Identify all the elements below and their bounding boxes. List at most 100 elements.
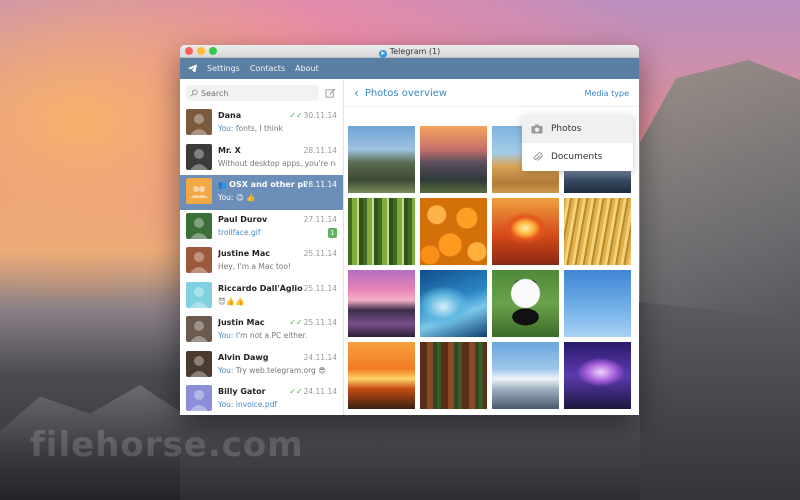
photo-thumbnail-redwood-forest[interactable] (420, 342, 487, 409)
chat-name: Mr. X (218, 145, 241, 155)
chat-list: Dana ✓✓30.11.14 You: fonts, I think Mr. X 28… (180, 106, 343, 415)
chat-date-text: 25.11.14 (303, 318, 337, 327)
message-text: invoice.pdf (235, 400, 278, 409)
chat-date: 28.11.14 (304, 146, 337, 155)
chat-preview: You: I'm not a PC either. (218, 331, 336, 340)
chat-preview: You: Try web.telegram.org 😎 (218, 366, 336, 375)
avatar (186, 212, 212, 239)
message-text: trollface.gif (218, 227, 261, 237)
chat-preview: 😈👍👍 (218, 297, 336, 306)
sender-prefix: You: (218, 400, 234, 409)
photo-thumbnail-sunset-valley[interactable] (420, 126, 487, 193)
chat-date-text: 27.11.14 (303, 214, 337, 224)
chat-date: ✓✓25.11.14 (289, 318, 337, 327)
chat-date: 25.11.14 (304, 249, 337, 258)
menu-bar: Settings Contacts About (180, 58, 639, 79)
chat-date: ✓✓30.11.14 (289, 111, 337, 120)
chat-item[interactable]: Paul Durov 27.11.14 trollface.gif 1 (180, 210, 343, 245)
photo-thumbnail-birds-sky[interactable] (564, 270, 631, 337)
compose-icon[interactable] (323, 86, 337, 100)
photo-thumbnail-bamboo[interactable] (348, 198, 415, 265)
menu-about[interactable]: About (295, 64, 319, 73)
chat-date: 25.11.14 (304, 284, 337, 293)
chat-sidebar: Dana✓✓30.11.14You: fonts, I thinkMr. X28… (180, 80, 344, 415)
window-title: ➤ Telegram (1) (378, 47, 441, 58)
photo-thumbnail-yosemite-valley[interactable] (348, 126, 415, 193)
chat-preview: trollface.gif (218, 228, 336, 237)
chat-preview: You: fonts, I think (218, 124, 336, 133)
photo-thumbnail-panda[interactable] (492, 270, 559, 337)
panel-title: Photos overview (364, 87, 448, 99)
photo-thumbnail-nuclear-explosion[interactable] (492, 198, 559, 265)
photo-thumbnail-surfer-sunset[interactable] (348, 270, 415, 337)
avatar (186, 109, 212, 135)
message-text: 😈👍👍 (218, 296, 245, 306)
message-text: Without desktop apps, you're not... (218, 158, 336, 168)
media-type-button[interactable]: Media type (585, 89, 629, 98)
search-input[interactable] (201, 88, 301, 98)
message-text: 😊 👍 (235, 193, 256, 202)
photo-thumbnail-oranges[interactable] (420, 198, 487, 265)
chat-item[interactable]: Justin Mac ✓✓25.11.14 You: I'm not a PC ei… (180, 313, 343, 348)
avatar (186, 281, 212, 308)
photo-thumbnail-snowy-mountains[interactable] (492, 342, 559, 409)
chat-preview: You: 😊 👍 (218, 193, 336, 202)
photo-thumbnail-purple-sky[interactable] (564, 342, 631, 409)
chat-item[interactable]: Justine Mac 25.11.14 Hey, I'm a Mac too! (180, 244, 343, 279)
camera-icon (530, 122, 544, 136)
media-type-dropdown: Photos Documents (522, 115, 633, 171)
avatar (186, 178, 212, 204)
sender-prefix: You: (218, 124, 234, 133)
avatar (186, 143, 212, 170)
avatar (186, 247, 212, 273)
menu-settings[interactable]: Settings (207, 64, 240, 73)
chat-name-wrap: 👥 OSX and other platf... (218, 180, 306, 189)
photo-thumbnail-ocean-wave[interactable] (420, 270, 487, 337)
group-icon: 👥 (218, 181, 230, 189)
read-check-icon: ✓✓ (289, 111, 303, 120)
chat-date-text: 24.11.14 (303, 387, 337, 396)
back-button[interactable]: ‹ Photos overview (354, 86, 447, 100)
telegram-window: ➤Telegram (1) Settings Contacts About Da… (180, 45, 639, 415)
chat-item[interactable]: 👥 OSX and other platf...28.11.14 You: 😊 👍 (180, 175, 343, 210)
menu-contacts[interactable]: Contacts (250, 64, 285, 73)
telegram-icon: ➤ (378, 50, 387, 58)
message-text: Try web.telegram.org 😎 (235, 365, 327, 375)
chat-date-text: 24.11.14 (303, 352, 337, 362)
chat-item[interactable]: Dana ✓✓30.11.14 You: fonts, I think (180, 106, 343, 141)
chat-date-text: 28.11.14 (303, 180, 337, 189)
photo-thumbnail-wheat-field[interactable] (564, 198, 631, 265)
message-text: I'm not a PC either. (235, 331, 308, 340)
dropdown-item-photos[interactable]: Photos (522, 115, 633, 143)
chat-item[interactable]: Alvin Dawg 24.11.14 You: Try web.telegram.… (180, 348, 343, 383)
read-check-icon: ✓✓ (289, 318, 303, 327)
chat-item[interactable]: Billy Gator ✓✓24.11.14 You: invoice.pdf (180, 382, 343, 415)
search-icon (190, 89, 198, 97)
chat-date: ✓✓24.11.14 (289, 387, 337, 396)
chat-name: Paul Durov (218, 214, 268, 224)
chat-date-text: 25.11.14 (303, 249, 337, 258)
chat-item[interactable]: Mr. X 28.11.14 Without desktop apps, you'r… (180, 141, 343, 176)
telegram-logo-icon (186, 63, 198, 75)
chat-date: 28.11.14 (304, 180, 337, 189)
chat-date-text: 28.11.14 (303, 145, 337, 155)
chat-preview: Without desktop apps, you're not... (218, 159, 336, 168)
search-box[interactable] (186, 85, 319, 101)
chat-date: 27.11.14 (304, 215, 337, 224)
chat-item[interactable]: Riccardo Dall'Aglio 25.11.14 😈👍👍 (180, 279, 343, 314)
sender-prefix: You: (218, 331, 234, 340)
chat-preview: Hey, I'm a Mac too! (218, 262, 336, 271)
media-header: ‹ Photos overview Media type (344, 80, 639, 107)
read-check-icon: ✓✓ (289, 387, 303, 396)
avatar (186, 385, 212, 411)
sender-prefix: You: (218, 193, 234, 202)
photo-thumbnail-sunset-birds[interactable] (348, 342, 415, 409)
avatar (186, 316, 212, 342)
watermark: filehorse.com (30, 425, 304, 465)
message-text: Hey, I'm a Mac too! (218, 262, 292, 271)
dropdown-item-documents[interactable]: Documents (522, 143, 633, 171)
chat-name-text: OSX and other platf... (229, 180, 306, 189)
message-text: fonts, I think (235, 124, 283, 133)
chevron-left-icon: ‹ (354, 86, 359, 100)
unread-badge: 1 (328, 227, 337, 238)
